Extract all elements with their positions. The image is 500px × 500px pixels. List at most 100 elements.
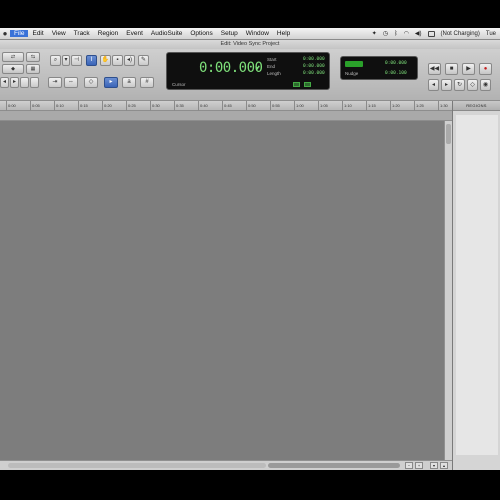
rewind-button[interactable]: ◂: [428, 79, 439, 91]
horizontal-scrollbar[interactable]: − + ▾ ▴: [0, 460, 452, 470]
selector-tool-button[interactable]: I: [86, 55, 97, 66]
smart-tool-button[interactable]: ▪: [112, 55, 123, 66]
grid-indicator[interactable]: [345, 61, 363, 67]
zoom-preset-button[interactable]: ▾: [62, 55, 70, 66]
volume-icon[interactable]: ◀): [415, 30, 422, 37]
battery-status: (Not Charging): [440, 30, 480, 37]
spot-mode-button[interactable]: ◆: [2, 64, 24, 74]
time-machine-icon[interactable]: ◷: [383, 30, 388, 37]
ruler-tick-label: 0:50: [248, 103, 256, 108]
trim-tool-button[interactable]: ⊣: [71, 55, 82, 66]
bluetooth-icon[interactable]: ᛒ: [394, 31, 398, 37]
tab-to-transients-button[interactable]: ⇥: [48, 77, 62, 88]
counter-format-icon[interactable]: ▾: [256, 65, 259, 72]
track-height-down-button[interactable]: ▾: [430, 462, 438, 469]
mirror-midi-button[interactable]: ◇: [84, 77, 98, 88]
grid-value-icon: #: [145, 79, 149, 85]
pencil-tool-button[interactable]: ✎: [138, 55, 149, 66]
link-timeline-button[interactable]: ⇔: [64, 77, 78, 88]
sync-icon[interactable]: ✦: [372, 30, 377, 37]
grid-mode-button[interactable]: ▦: [26, 64, 40, 74]
regions-list[interactable]: [456, 115, 498, 455]
spot-icon: ◆: [11, 66, 15, 72]
wifi-icon[interactable]: ◠: [404, 30, 409, 37]
menu-region[interactable]: Region: [94, 30, 123, 37]
start-value[interactable]: 0:00.000: [303, 57, 325, 62]
keyboard-focus-button[interactable]: a: [122, 77, 136, 88]
sub-counter[interactable]: 0:00.000 Nudge 0:00.100: [340, 56, 418, 80]
punch-button[interactable]: ◇: [467, 79, 478, 91]
battery-icon[interactable]: [427, 30, 435, 37]
pencil-icon: ✎: [140, 57, 147, 63]
ruler-tick-label: 0:55: [272, 103, 280, 108]
timeline-ruler[interactable]: 0:00 0:05 0:10 0:15 0:20 0:25 0:30 0:35 0:40 0:45…: [0, 101, 452, 111]
zoomer-tool-button[interactable]: ⌕: [50, 55, 61, 66]
punch-icon: ◇: [470, 82, 475, 88]
menu-clock[interactable]: Tue: [486, 31, 496, 37]
shuffle-mode-button[interactable]: ⇄: [2, 52, 24, 62]
menu-setup[interactable]: Setup: [217, 30, 242, 37]
menu-track[interactable]: Track: [70, 30, 94, 37]
play-button[interactable]: ▶: [462, 63, 475, 75]
ruler-tick-line: [246, 101, 247, 111]
zoom-out-button[interactable]: ◂: [0, 77, 9, 88]
grabber-tool-button[interactable]: ✋: [100, 55, 111, 66]
vertical-scroll-thumb[interactable]: [446, 124, 451, 144]
play-icon: ▶: [466, 66, 471, 72]
track-height-up-button[interactable]: ▴: [440, 462, 448, 469]
stop-button[interactable]: ■: [445, 63, 458, 75]
loop-button[interactable]: ↻: [454, 79, 465, 91]
ruler-tick-label: 1:25: [416, 103, 424, 108]
menu-view[interactable]: View: [48, 30, 70, 37]
vertical-scrollbar[interactable]: [444, 121, 452, 460]
zoom-out-icon: ◂: [2, 79, 6, 85]
online-button[interactable]: ◉: [480, 79, 491, 91]
length-value[interactable]: 0:00.000: [303, 71, 325, 76]
zoom-in-button[interactable]: ▸: [10, 77, 19, 88]
record-icon: ●: [483, 66, 488, 72]
nudge-label: Nudge: [345, 71, 359, 76]
ruler-tick-line: [150, 101, 151, 111]
marker-ruler[interactable]: [0, 111, 452, 121]
return-to-zero-button[interactable]: ◀◀: [428, 63, 441, 75]
fast-forward-button[interactable]: ▸: [441, 79, 452, 91]
regions-header[interactable]: REGIONS: [453, 101, 500, 111]
menu-edit[interactable]: Edit: [28, 30, 47, 37]
grid-value-button[interactable]: #: [140, 77, 154, 88]
scrubber-tool-button[interactable]: ◂): [124, 55, 135, 66]
menu-window[interactable]: Window: [242, 30, 273, 37]
zoom-in-horizontal-button[interactable]: +: [415, 462, 423, 469]
ruler-tick-label: 0:10: [56, 103, 64, 108]
nudge-value[interactable]: 0:00.100: [385, 71, 407, 76]
pre-roll-indicator[interactable]: [293, 82, 300, 87]
menu-options[interactable]: Options: [186, 30, 216, 37]
zoom-preset-2[interactable]: [30, 77, 39, 88]
ruler-tick-line: [126, 101, 127, 111]
main-counter[interactable]: 0:00.000 ▾ Start End Length 0:00.000 0:0…: [166, 52, 330, 90]
horizontal-scroll-track: [8, 463, 266, 468]
ruler-tick-line: [78, 101, 79, 111]
menu-audiosuite[interactable]: AudioSuite: [147, 30, 186, 37]
end-value[interactable]: 0:00.000: [303, 64, 325, 69]
menu-file[interactable]: File: [10, 30, 29, 37]
track-edit-area[interactable]: [0, 121, 444, 460]
chevron-down-icon: ▾: [64, 57, 68, 63]
cursor-label: Cursor: [172, 82, 186, 87]
window-title: Edit: Video Sync Project: [0, 40, 500, 49]
apple-icon[interactable]: ●: [0, 29, 10, 38]
record-button[interactable]: ●: [479, 63, 492, 75]
menu-help[interactable]: Help: [273, 30, 294, 37]
zoom-in-icon: ▸: [12, 79, 16, 85]
post-roll-indicator[interactable]: [304, 82, 311, 87]
zoom-preset-1[interactable]: [20, 77, 29, 88]
menu-event[interactable]: Event: [122, 30, 147, 37]
ruler-tick-line: [390, 101, 391, 111]
zoom-out-horizontal-button[interactable]: −: [405, 462, 413, 469]
grid-value[interactable]: 0:00.000: [385, 61, 407, 66]
zoomer-icon: ⌕: [53, 57, 58, 63]
horizontal-scroll-thumb[interactable]: [268, 463, 400, 468]
start-label: Start: [267, 57, 277, 62]
slip-mode-button[interactable]: ⇆: [26, 52, 40, 62]
insertion-follows-playback-button[interactable]: ▸: [104, 77, 118, 88]
loop-icon: ↻: [456, 82, 463, 88]
